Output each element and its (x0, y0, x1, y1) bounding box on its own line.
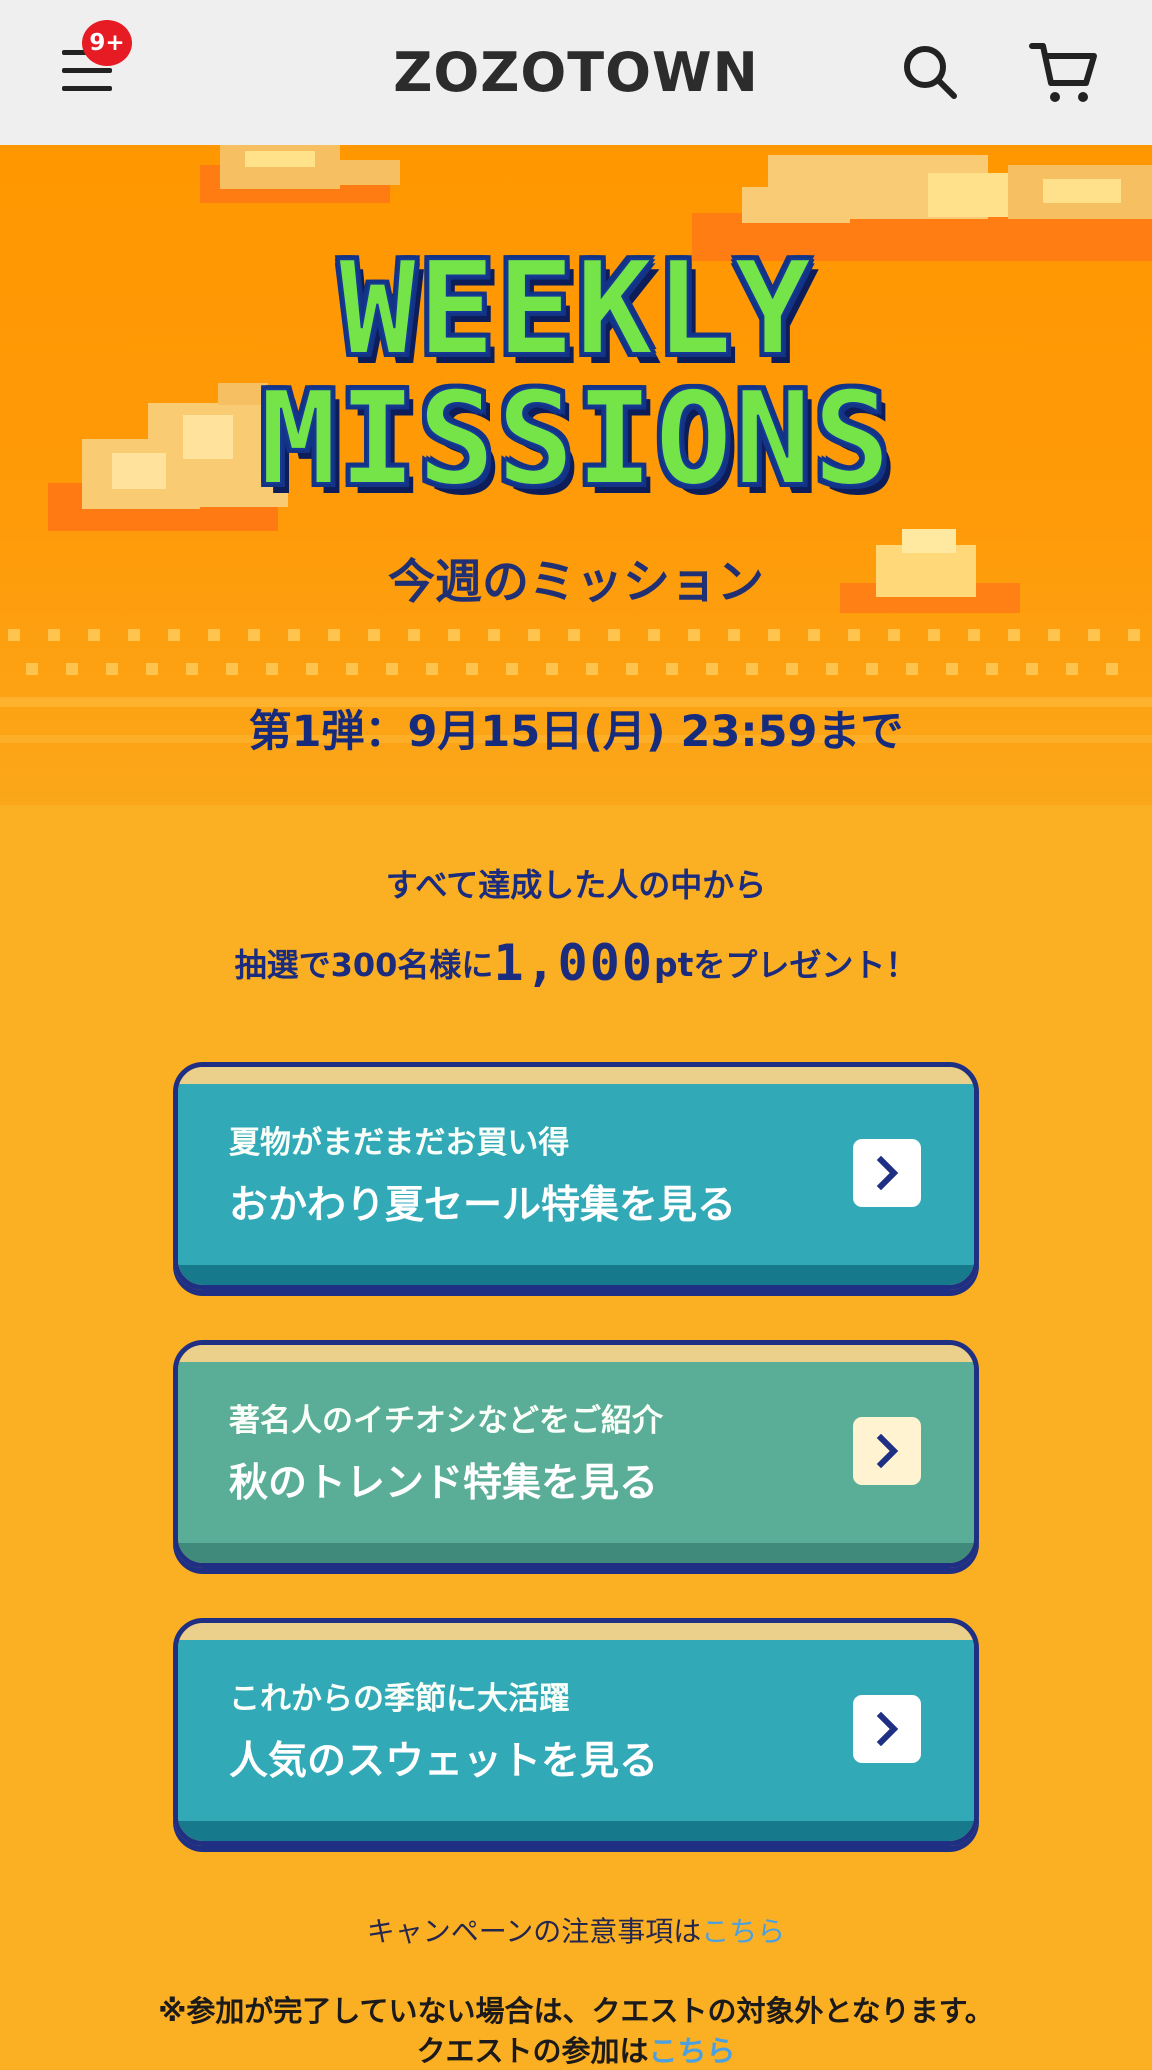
campaign-notice: キャンペーンの注意事項はこちら (250, 1910, 902, 1950)
pixel-cloud-top-left (200, 145, 400, 203)
mission-label: おかわり夏セール特集を見る (229, 1183, 737, 1228)
mission-subtext: 著名人のイチオシなどをご紹介 (229, 1403, 663, 1439)
prize-prefix: 抽選で300名様に (234, 946, 494, 984)
notification-badge: 9+ (82, 20, 132, 66)
prize-suffix: をプレゼント！ (693, 946, 918, 984)
mission-subtext: 夏物がまだまだお買い得 (229, 1125, 570, 1161)
weekly-missions-title: WEEKLY MISSIONS (242, 234, 910, 535)
campaign-notice-text: キャンペーンの注意事項は (366, 1915, 702, 1948)
mission-sweat-button[interactable]: これからの季節に大活躍 人気のスウェットを見る (173, 1618, 979, 1846)
prize-amount: 1,000 (493, 934, 654, 992)
prize-detail: 抽選で300名様に1,000ptをプレゼント！ (160, 934, 992, 992)
participation-warning: ※参加が完了していない場合は、クエストの対象外となります。 (158, 1994, 994, 2028)
mission-summer-sale-button[interactable]: 夏物がまだまだお買い得 おかわり夏セール特集を見る (173, 1062, 979, 1290)
mission-autumn-trend-button[interactable]: 著名人のイチオシなどをご紹介 秋のトレンド特集を見る (173, 1340, 979, 1568)
prize-unit: pt (653, 945, 694, 984)
mission-subtext: これからの季節に大活躍 (229, 1681, 570, 1717)
hero-subtitle: 今週のミッション (388, 555, 764, 610)
chevron-right-icon (853, 1695, 921, 1763)
app-header: 9+ ZOZOTOWN (0, 0, 1152, 145)
participation-link-line: クエストの参加はこちら (330, 2028, 822, 2070)
zozotown-logo[interactable]: ZOZOTOWN (350, 40, 802, 106)
mission-deadline: 第1弾：9月15日(月) 23:59まで (248, 707, 904, 757)
campaign-notice-link[interactable]: こちら (701, 1915, 785, 1948)
mission-label: 秋のトレンド特集を見る (229, 1461, 659, 1506)
chevron-right-icon (853, 1139, 921, 1207)
mission-label: 人気のスウェットを見る (229, 1739, 659, 1784)
missions-title-line: MISSIONS (259, 364, 893, 515)
chevron-right-icon (853, 1417, 921, 1485)
pixel-cloud-right (840, 529, 1020, 613)
prize-intro: すべて達成した人の中から (385, 866, 767, 904)
cart-icon[interactable] (1028, 38, 1100, 106)
participation-link[interactable]: こちら (649, 2034, 736, 2068)
participation-link-prefix: クエストの参加は (416, 2034, 649, 2068)
weekly-missions-hero: WEEKLY MISSIONS 今週のミッション 第1弾：9月15日(月) 23… (0, 145, 1152, 805)
search-icon[interactable] (898, 40, 962, 104)
weekly-title-line: WEEKLY (338, 234, 814, 385)
